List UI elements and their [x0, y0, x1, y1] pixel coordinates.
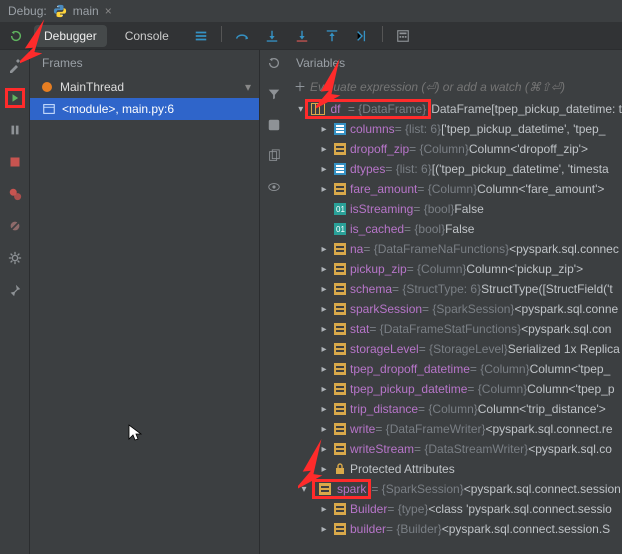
thread-selector[interactable]: MainThread ▾	[30, 76, 259, 98]
var-fare-amount[interactable]: ▸fare_amount = {Column} Column<'fare_amo…	[290, 179, 622, 199]
settings-gear-icon[interactable]	[5, 248, 25, 268]
watch-icon[interactable]	[267, 180, 281, 197]
var-storagelevel[interactable]: ▸storageLevel = {StorageLevel} Serialize…	[290, 339, 622, 359]
close-tab-icon[interactable]: ×	[105, 4, 112, 18]
var-trip-distance[interactable]: ▸trip_distance = {Column} Column<'trip_d…	[290, 399, 622, 419]
lock-icon	[332, 462, 348, 476]
evaluate-expression-input[interactable]	[310, 80, 616, 94]
step-into-icon[interactable]	[262, 26, 282, 46]
var-columns[interactable]: ▸columns = {list: 6} ['tpep_pickup_datet…	[290, 119, 622, 139]
var-sparksession[interactable]: ▸sparkSession = {SparkSession} <pyspark.…	[290, 299, 622, 319]
variables-tree: ▾ df = {DataFrame} DataFrame[tpep_pickup…	[288, 99, 622, 539]
pause-button[interactable]	[5, 120, 25, 140]
var-pickup-zip[interactable]: ▸pickup_zip = {Column} Column<'pickup_zi…	[290, 259, 622, 279]
thread-status-icon	[42, 82, 52, 92]
var-schema[interactable]: ▸schema = {StructType: 6} StructType([St…	[290, 279, 622, 299]
var-stat[interactable]: ▸stat = {DataFrameStatFunctions} <pyspar…	[290, 319, 622, 339]
frames-header: Frames	[30, 50, 259, 76]
var-tpep-dropoff[interactable]: ▸tpep_dropoff_datetime = {Column} Column…	[290, 359, 622, 379]
rerun-icon[interactable]	[6, 26, 26, 46]
add-watch-icon[interactable]: ＋	[294, 78, 306, 95]
pyobject-icon[interactable]	[267, 118, 281, 135]
var-tpep-pickup[interactable]: ▸tpep_pickup_datetime = {Column} Column<…	[290, 379, 622, 399]
chevron-down-icon: ▾	[296, 104, 305, 115]
pin-icon[interactable]	[5, 280, 25, 300]
debug-titlebar: Debug: main ×	[0, 0, 622, 22]
tab-debugger[interactable]: Debugger	[34, 25, 107, 47]
chevron-down-icon: ▾	[296, 484, 312, 495]
var-df[interactable]: ▾ df = {DataFrame} DataFrame[tpep_pickup…	[290, 99, 622, 119]
variables-panel: Variables ＋ ▾ df = {DataFrame} DataFrame…	[288, 50, 622, 554]
step-out-icon[interactable]	[322, 26, 342, 46]
tool-strip	[260, 50, 288, 554]
var-builder-instance[interactable]: ▸builder = {Builder} <pyspark.sql.connec…	[290, 519, 622, 539]
threads-icon[interactable]	[191, 26, 211, 46]
bool-icon: 01	[332, 202, 348, 216]
filename-label: main	[73, 4, 99, 18]
step-over-icon[interactable]	[232, 26, 252, 46]
list-icon	[332, 162, 348, 176]
step-into-my-code-icon[interactable]	[292, 26, 312, 46]
resume-button[interactable]	[5, 88, 25, 108]
thread-name: MainThread	[60, 80, 237, 94]
restore-layout-icon[interactable]	[267, 56, 281, 73]
evaluate-icon[interactable]	[393, 26, 413, 46]
view-breakpoints-icon[interactable]	[5, 184, 25, 204]
var-na[interactable]: ▸na = {DataFrameNaFunctions} <pyspark.sq…	[290, 239, 622, 259]
chevron-down-icon: ▾	[245, 80, 251, 94]
frame-icon	[42, 102, 56, 116]
filter-icon[interactable]	[267, 87, 281, 104]
var-isstreaming[interactable]: 01isStreaming = {bool} False	[290, 199, 622, 219]
stack-frame-item[interactable]: <module>, main.py:6	[30, 98, 259, 120]
var-dtypes[interactable]: ▸dtypes = {list: 6} [('tpep_pickup_datet…	[290, 159, 622, 179]
var-dropoff-zip[interactable]: ▸dropoff_zip = {Column} Column<'dropoff_…	[290, 139, 622, 159]
debug-label: Debug:	[8, 4, 47, 18]
var-protected-attrs[interactable]: ▸Protected Attributes	[290, 459, 622, 479]
debug-toolbar: Debugger Console	[0, 22, 622, 50]
var-is-cached[interactable]: 01is_cached = {bool} False	[290, 219, 622, 239]
var-spark[interactable]: ▾ spark = {SparkSession} <pyspark.sql.co…	[290, 479, 622, 499]
var-write[interactable]: ▸write = {DataFrameWriter} <pyspark.sql.…	[290, 419, 622, 439]
svg-text:01: 01	[336, 225, 345, 234]
copy-icon[interactable]	[267, 149, 281, 166]
tab-console[interactable]: Console	[115, 25, 179, 47]
svg-text:01: 01	[336, 205, 345, 214]
field-icon	[332, 142, 348, 156]
variables-header: Variables	[296, 56, 345, 70]
frame-label: <module>, main.py:6	[62, 102, 174, 116]
settings-wrench-icon[interactable]	[5, 56, 25, 76]
run-to-cursor-icon[interactable]	[352, 26, 372, 46]
dataframe-icon	[310, 102, 326, 116]
stop-button[interactable]	[5, 152, 25, 172]
debug-side-toolbar	[0, 50, 30, 554]
frames-panel: Frames MainThread ▾ <module>, main.py:6	[30, 50, 260, 554]
var-builder-class[interactable]: ▸Builder = {type} <class 'pyspark.sql.co…	[290, 499, 622, 519]
python-icon	[53, 4, 67, 18]
var-writestream[interactable]: ▸writeStream = {DataStreamWriter} <pyspa…	[290, 439, 622, 459]
mute-breakpoints-icon[interactable]	[5, 216, 25, 236]
list-icon	[332, 122, 348, 136]
